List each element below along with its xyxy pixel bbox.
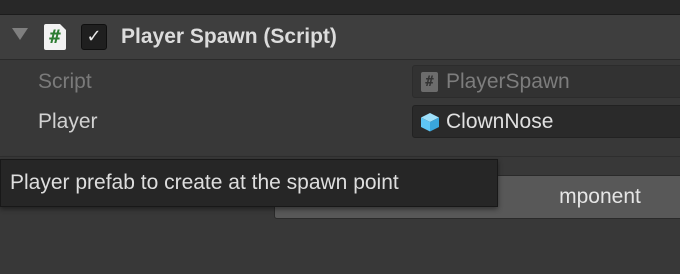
panel-separator: [0, 0, 680, 14]
tooltip-text: Player prefab to create at the spawn poi…: [10, 171, 399, 194]
foldout-expanded-icon[interactable]: [12, 28, 28, 40]
component-title: Player Spawn (Script): [121, 25, 337, 48]
player-object-field[interactable]: ClownNose: [412, 105, 680, 138]
script-object-field[interactable]: # PlayerSpawn: [412, 65, 680, 98]
inspector-panel: # ✓ Player Spawn (Script) Script # Playe…: [0, 0, 680, 274]
player-field-value: ClownNose: [446, 110, 554, 133]
script-label: Script: [38, 70, 92, 93]
checkmark-icon: ✓: [86, 26, 102, 47]
prefab-cube-icon: [421, 113, 439, 132]
tooltip: Player prefab to create at the spawn poi…: [0, 159, 498, 207]
csharp-script-icon: #: [44, 24, 66, 50]
component-header[interactable]: # ✓ Player Spawn (Script): [0, 15, 680, 60]
script-hash-icon: #: [421, 72, 438, 92]
script-field-value: PlayerSpawn: [446, 70, 570, 93]
player-label: Player: [38, 110, 98, 133]
component-enabled-checkbox[interactable]: ✓: [81, 24, 107, 50]
